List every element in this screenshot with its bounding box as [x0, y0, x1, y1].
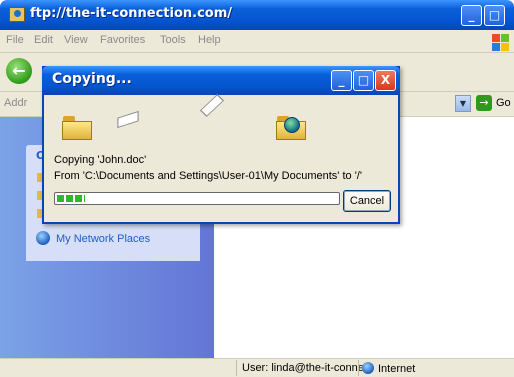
menu-edit[interactable]: Edit [34, 34, 53, 46]
minimize-button[interactable]: _ [461, 5, 482, 26]
maximize-button[interactable]: □ [484, 5, 505, 26]
menu-favorites[interactable]: Favorites [100, 34, 145, 46]
internet-globe-icon [362, 362, 374, 374]
status-bar: User: linda@the-it-conne Internet [0, 358, 514, 377]
progress-fill [57, 195, 85, 202]
address-label: Addr [4, 97, 28, 109]
dialog-minimize-button[interactable]: _ [331, 70, 352, 91]
dialog-maximize-button[interactable]: □ [353, 70, 374, 91]
dialog-close-button[interactable]: X [375, 70, 396, 91]
ftp-folder-icon [9, 7, 25, 22]
network-folder-icon [276, 116, 306, 140]
flying-paper-icon [199, 94, 225, 117]
cancel-button[interactable]: Cancel [343, 190, 391, 212]
folder-icon [62, 116, 92, 140]
status-zone: Internet [362, 362, 415, 375]
flying-paper-icon [117, 110, 139, 129]
back-button[interactable]: ← [6, 58, 32, 84]
menu-help[interactable]: Help [198, 34, 221, 46]
go-label[interactable]: Go [496, 97, 511, 109]
copying-from-to: From 'C:\Documents and Settings\User-01\… [54, 170, 362, 182]
status-user: User: linda@the-it-conne [242, 362, 364, 374]
status-zone-label: Internet [378, 363, 416, 375]
window-title-bar[interactable]: ftp://the-it-connection.com/ _ □ [0, 0, 514, 30]
address-dropdown-button[interactable]: ▼ [455, 95, 471, 112]
status-divider [358, 360, 359, 376]
window-title: ftp://the-it-connection.com/ [30, 6, 233, 21]
dialog-title: Copying... [52, 71, 132, 87]
network-globe-icon [36, 231, 50, 245]
copy-progress-bar [54, 192, 340, 205]
dialog-title-bar[interactable]: Copying... _ □ X [42, 66, 400, 95]
back-icon: ← [12, 61, 26, 80]
menu-bar: File Edit View Favorites Tools Help [0, 30, 514, 54]
windows-logo-icon [492, 34, 510, 54]
network-places-label: My Network Places [56, 233, 151, 245]
go-arrow-icon: → [479, 96, 489, 109]
copying-status: Copying 'John.doc' [54, 154, 147, 166]
sidebar-item-network-places[interactable]: My Network Places [36, 231, 150, 245]
status-divider [236, 360, 237, 376]
menu-tools[interactable]: Tools [160, 34, 186, 46]
menu-file[interactable]: File [6, 34, 24, 46]
go-button[interactable]: → [476, 95, 492, 111]
menu-view[interactable]: View [64, 34, 88, 46]
copying-dialog: Copying... _ □ X Copying 'John.doc' From… [42, 66, 400, 224]
